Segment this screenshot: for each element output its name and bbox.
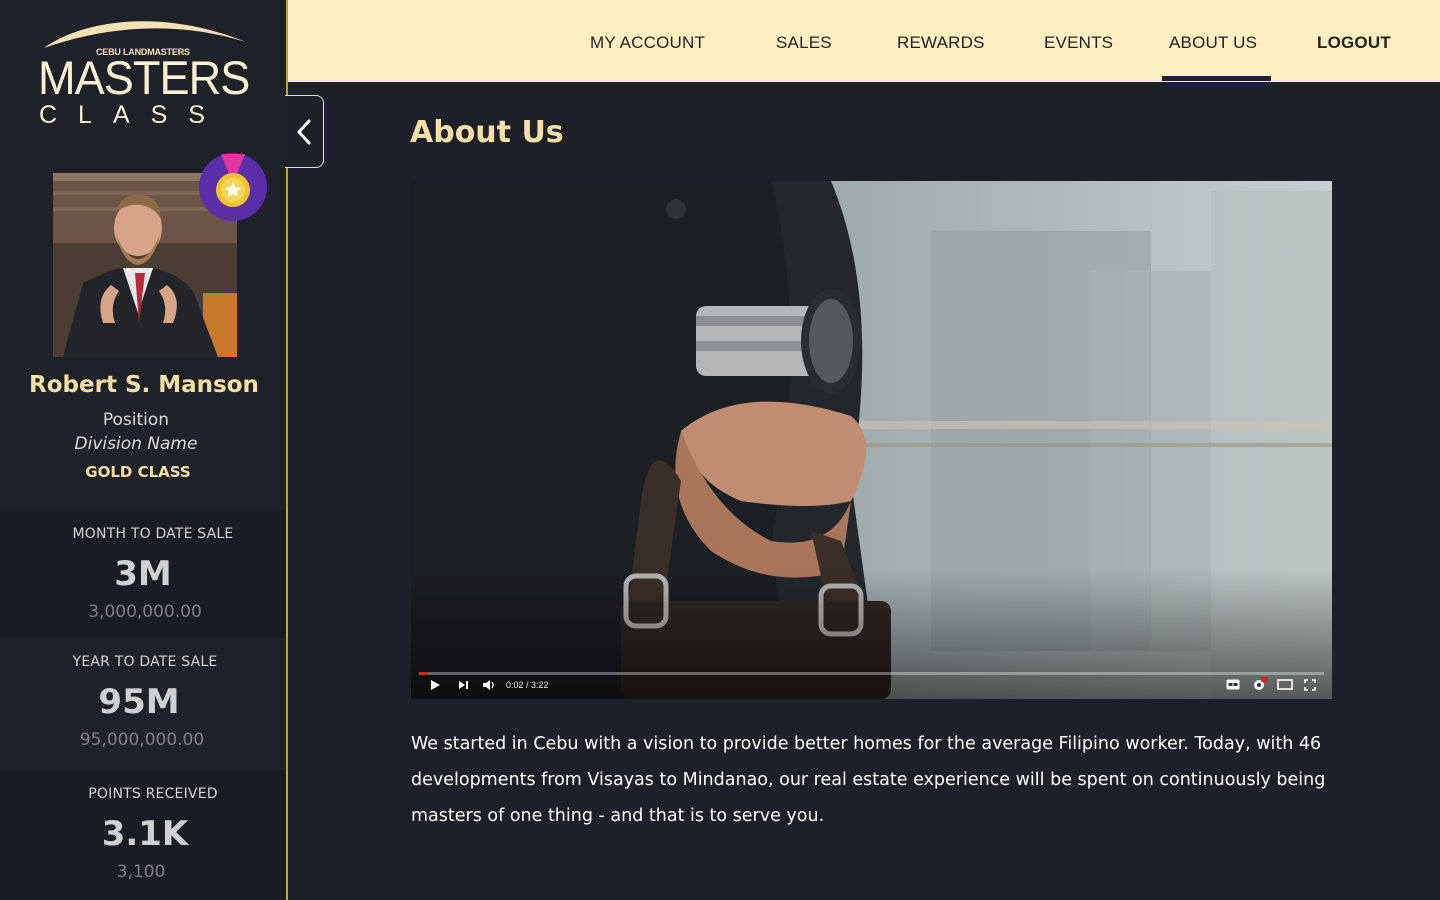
settings-icon[interactable]: [1252, 677, 1268, 691]
video-time: 0:02 / 3:22: [506, 680, 549, 690]
stat-value-full: 3,100: [116, 862, 166, 882]
top-nav: MY ACCOUNT SALES REWARDS EVENTS ABOUT US…: [288, 0, 1440, 82]
stat-label: YEAR TO DATE SALE: [72, 654, 218, 670]
stat-value-full: 95,000,000.00: [79, 730, 205, 750]
stat-year-to-date: YEAR TO DATE SALE 95M 95,000,000.00: [0, 638, 286, 766]
logo-swoosh-icon: [44, 21, 246, 48]
stat-label: POINTS RECEIVED: [88, 786, 218, 802]
volume-icon[interactable]: [482, 679, 496, 691]
nav-logout[interactable]: LOGOUT: [1317, 33, 1391, 53]
about-paragraph: We started in Cebu with a vision to prov…: [411, 734, 1326, 826]
stat-month-to-date: MONTH TO DATE SALE 3M 3,000,000.00: [0, 510, 286, 638]
theater-icon[interactable]: [1277, 679, 1293, 690]
stat-points-received: POINTS RECEIVED 3.1K 3,100: [0, 770, 286, 900]
nav-my-account[interactable]: MY ACCOUNT: [590, 33, 705, 53]
nav-about-us[interactable]: ABOUT US: [1169, 33, 1257, 53]
active-tab-indicator: [1162, 76, 1271, 81]
stat-value-short: 3M: [114, 554, 172, 594]
stat-value-short: 95M: [98, 682, 180, 722]
medal-icon: [199, 153, 267, 221]
video-player[interactable]: 0:02 / 3:22: [411, 181, 1332, 699]
nav-rewards[interactable]: REWARDS: [897, 33, 985, 53]
page-title: About Us: [410, 115, 564, 150]
captions-icon[interactable]: [1226, 679, 1240, 690]
nav-events[interactable]: EVENTS: [1044, 33, 1113, 53]
back-chevron-icon: [297, 119, 311, 144]
video-progress-bar[interactable]: [419, 672, 1324, 675]
user-name: Robert S. Manson: [29, 372, 259, 398]
fullscreen-icon[interactable]: [1304, 679, 1316, 691]
stat-label: MONTH TO DATE SALE: [72, 526, 234, 542]
play-icon[interactable]: [429, 679, 441, 691]
video-progress-fill: [419, 672, 429, 675]
video-controls: 0:02 / 3:22: [411, 669, 1332, 699]
logo-title: MASTERS: [38, 51, 250, 104]
nav-sales[interactable]: SALES: [776, 33, 832, 53]
logo-subtitle: CLASS: [39, 101, 226, 129]
masters-class-logo[interactable]: CEBU LANDMASTERS MASTERS CLASS: [38, 14, 252, 130]
sidebar: CEBU LANDMASTERS MASTERS CLASS Robert S.…: [0, 0, 288, 900]
video-frame: [411, 181, 1332, 699]
user-class-badge: GOLD CLASS: [85, 463, 191, 481]
next-icon[interactable]: [458, 679, 470, 691]
user-division: Division Name: [74, 434, 198, 454]
stat-value-short: 3.1K: [101, 814, 189, 854]
user-position: Position: [102, 410, 170, 430]
sidebar-collapse-button[interactable]: [285, 95, 324, 168]
stat-value-full: 3,000,000.00: [88, 602, 202, 622]
